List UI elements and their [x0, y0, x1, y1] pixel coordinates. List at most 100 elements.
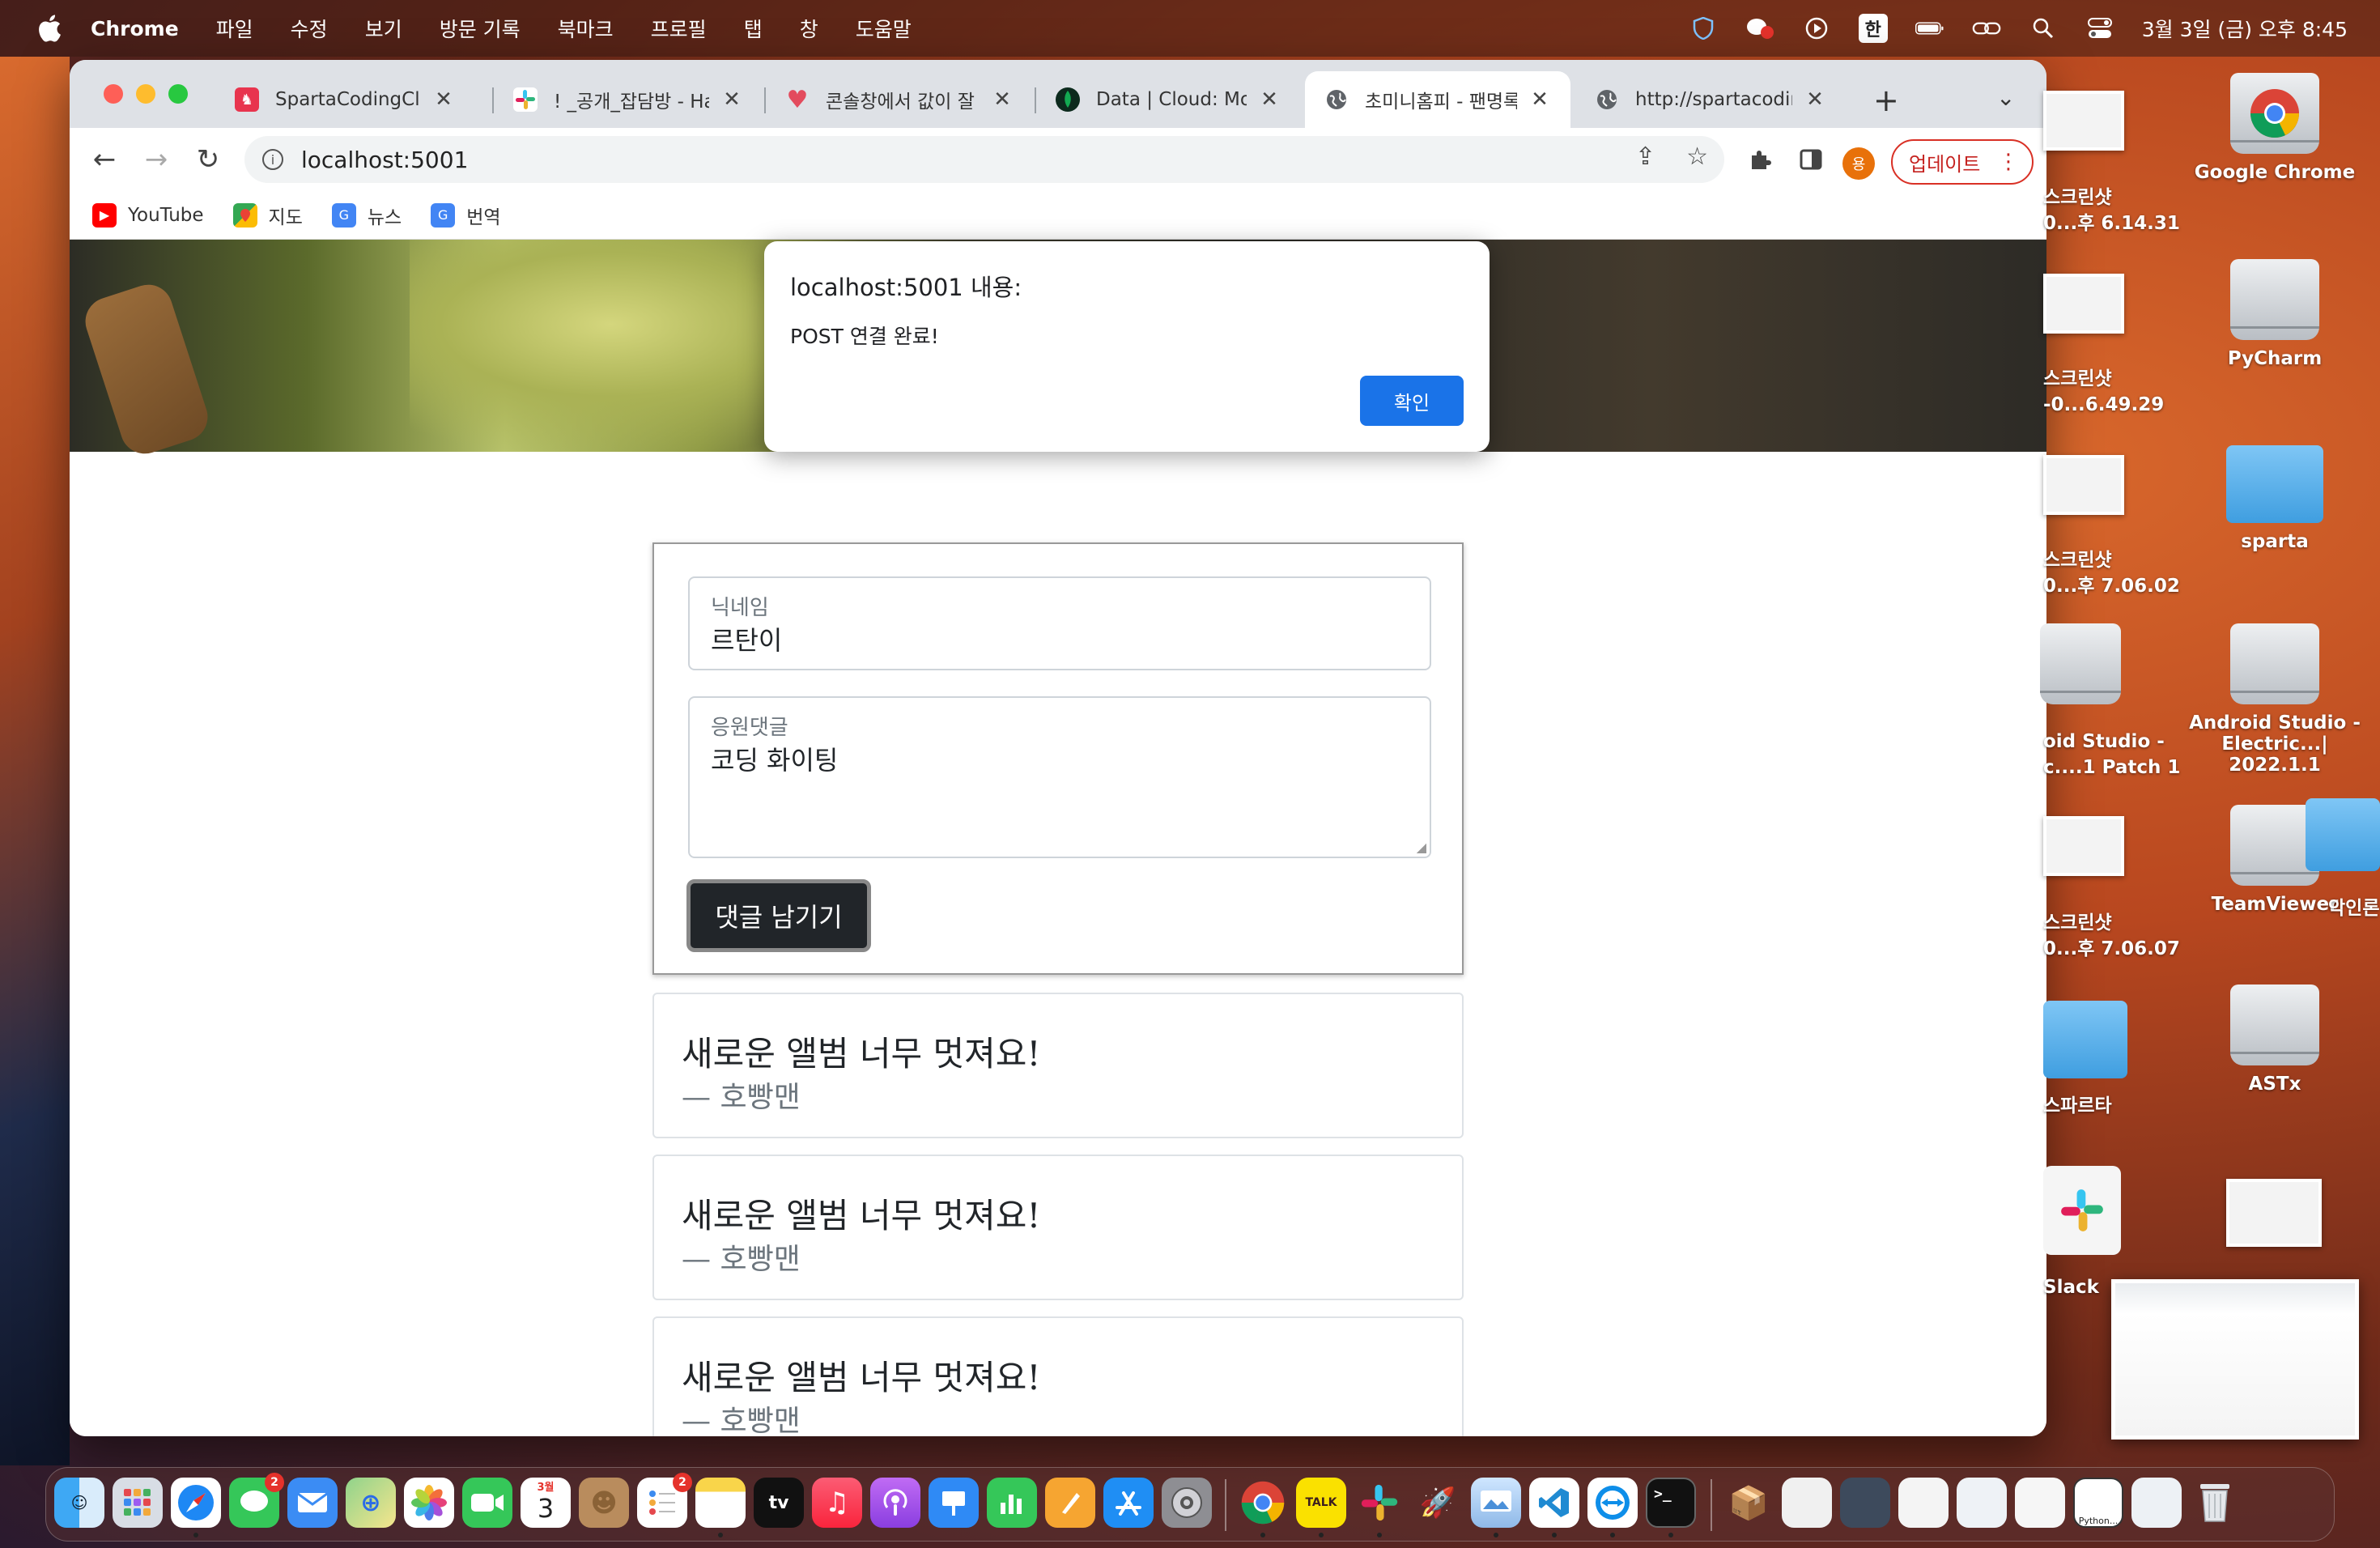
- menu-window[interactable]: 창: [800, 14, 818, 43]
- chrome-dock-icon[interactable]: [1238, 1478, 1288, 1528]
- tab-slack[interactable]: ! _공개_잡담방 - Har ✕: [494, 71, 763, 128]
- close-icon[interactable]: ✕: [1804, 87, 1826, 112]
- facetime-icon[interactable]: [462, 1478, 512, 1528]
- close-icon[interactable]: ✕: [432, 87, 455, 112]
- address-bar-url[interactable]: localhost:5001: [301, 147, 468, 173]
- menu-view[interactable]: 보기: [365, 14, 402, 43]
- reminders-icon[interactable]: 2: [637, 1473, 692, 1528]
- system-settings-icon[interactable]: [1162, 1478, 1212, 1528]
- desktop-item-folder-label[interactable]: 악인론: [2328, 895, 2380, 921]
- profile-avatar[interactable]: 용: [1842, 147, 1875, 180]
- terminal-icon[interactable]: >_: [1646, 1478, 1696, 1528]
- document-stack-icon[interactable]: [1840, 1478, 1890, 1528]
- menu-tab[interactable]: 탭: [744, 14, 763, 43]
- teamviewer-icon[interactable]: [1587, 1478, 1638, 1528]
- desktop-item-astx[interactable]: ASTx: [2194, 985, 2356, 1095]
- close-icon[interactable]: ✕: [991, 87, 1014, 112]
- menu-history[interactable]: 방문 기록: [440, 14, 521, 43]
- rocket-icon[interactable]: 🚀: [1413, 1478, 1463, 1528]
- kakaotalk-icon[interactable]: TALK: [1296, 1478, 1346, 1528]
- shield-status-icon[interactable]: [1689, 14, 1718, 43]
- screenshot-file-icon[interactable]: [2043, 816, 2124, 876]
- preview-icon[interactable]: [1471, 1478, 1521, 1528]
- music-icon[interactable]: ♫: [812, 1478, 862, 1528]
- tab-spartacodingclub[interactable]: ♞ SpartaCodingClub ✕: [215, 71, 474, 128]
- resize-handle-icon[interactable]: ◢: [1417, 840, 1426, 855]
- python-window-icon[interactable]: Python...: [2073, 1478, 2123, 1528]
- messages-icon[interactable]: 2: [229, 1473, 284, 1528]
- maps-app-icon[interactable]: ⊕: [346, 1478, 396, 1528]
- screenshot-file-icon[interactable]: [2226, 1179, 2322, 1247]
- update-button[interactable]: 업데이트 ⋮: [1891, 139, 2034, 185]
- keynote-icon[interactable]: [929, 1478, 979, 1528]
- mail-icon[interactable]: [287, 1478, 338, 1528]
- calendar-icon[interactable]: 3월 3: [521, 1478, 571, 1528]
- notes-icon[interactable]: [695, 1478, 746, 1528]
- bookmark-news[interactable]: G 뉴스: [331, 202, 402, 229]
- vscode-icon[interactable]: [1529, 1478, 1579, 1528]
- bookmark-youtube[interactable]: ▶ YouTube: [92, 202, 204, 228]
- share-icon[interactable]: ⇪: [1635, 142, 1655, 171]
- document-stack-icon[interactable]: [2015, 1478, 2065, 1528]
- address-bar[interactable]: i localhost:5001 ⇪ ☆: [244, 136, 1724, 183]
- alert-ok-button[interactable]: 확인: [1360, 376, 1464, 426]
- bookmark-maps[interactable]: 지도: [232, 202, 303, 229]
- bookmark-translate[interactable]: G 번역: [431, 202, 501, 229]
- package-icon[interactable]: 📦: [1723, 1478, 1774, 1528]
- desktop-item-sparta-folder[interactable]: 스파르타: [2043, 1093, 2189, 1119]
- desktop-item-android-studio[interactable]: Android Studio - Electric...| 2022.1.1: [2182, 623, 2367, 776]
- chevron-down-icon[interactable]: ⌄: [1996, 84, 2015, 111]
- menu-help[interactable]: 도움말: [856, 14, 912, 43]
- screenshot-file-icon[interactable]: [2043, 274, 2124, 334]
- menu-clock[interactable]: 3월 3일 (금) 오후 8:45: [2142, 14, 2348, 43]
- finder-icon[interactable]: ☺: [54, 1478, 104, 1528]
- chat-notification-icon[interactable]: [1745, 14, 1774, 43]
- document-stack-icon[interactable]: [1898, 1478, 1949, 1528]
- numbers-icon[interactable]: [987, 1478, 1037, 1528]
- more-vert-icon[interactable]: ⋮: [1998, 150, 2019, 174]
- desktop-item-pycharm[interactable]: PyCharm: [2194, 259, 2356, 369]
- desktop-item-sparta[interactable]: sparta: [2194, 445, 2356, 552]
- screenshot-file-icon[interactable]: [2043, 91, 2124, 151]
- zoom-window-button[interactable]: [168, 84, 188, 104]
- contacts-icon[interactable]: ☻: [579, 1478, 629, 1528]
- pages-icon[interactable]: [1045, 1478, 1095, 1528]
- desktop-item-screenshot-4[interactable]: 스크린샷 0...후 7.06.07: [2043, 910, 2189, 962]
- apple-menu-icon[interactable]: [31, 10, 68, 47]
- desktop-item-android-studio-patch[interactable]: oid Studio - c....1 Patch 1: [2043, 729, 2189, 780]
- minimize-window-button[interactable]: [136, 84, 155, 104]
- tab-mongodb[interactable]: Data | Cloud: Mon ✕: [1036, 71, 1300, 128]
- apple-tv-icon[interactable]: tv: [754, 1478, 804, 1528]
- safari-icon[interactable]: [171, 1478, 221, 1528]
- play-circle-icon[interactable]: [1802, 14, 1831, 43]
- document-stack-icon[interactable]: [1782, 1478, 1832, 1528]
- slack-dock-icon[interactable]: [1354, 1478, 1405, 1528]
- link-icon[interactable]: [1972, 14, 2001, 43]
- bookmark-star-icon[interactable]: ☆: [1686, 142, 1708, 171]
- extensions-puzzle-icon[interactable]: [1742, 141, 1779, 178]
- menu-profiles[interactable]: 프로필: [651, 14, 707, 43]
- input-method-indicator[interactable]: 한: [1858, 14, 1888, 43]
- desktop-item-screenshot-2[interactable]: 스크린샷 -0...6.49.29: [2043, 366, 2189, 418]
- forward-arrow-icon[interactable]: →: [136, 139, 176, 180]
- screenshot-file-icon[interactable]: [2043, 455, 2124, 515]
- trash-icon[interactable]: [2190, 1478, 2240, 1528]
- battery-icon[interactable]: [1915, 14, 1944, 43]
- document-stack-icon[interactable]: [2131, 1478, 2182, 1528]
- tab-console-question[interactable]: ♥ 콘솔창에서 값이 잘 나 ✕: [766, 71, 1033, 128]
- desktop-item-screenshot-1[interactable]: 스크린샷 0...후 6.14.31: [2043, 185, 2189, 236]
- podcasts-icon[interactable]: [870, 1478, 920, 1528]
- folder-icon[interactable]: [2043, 1001, 2127, 1078]
- side-panel-icon[interactable]: [1792, 141, 1830, 178]
- app-store-icon[interactable]: [1103, 1478, 1154, 1528]
- close-icon[interactable]: ✕: [720, 87, 743, 112]
- submit-comment-button[interactable]: 댓글 남기기: [686, 879, 871, 952]
- tab-mini-homepage[interactable]: 초미니홈피 - 팬명록 ✕: [1305, 71, 1570, 128]
- nickname-field[interactable]: 닉네임 르탄이: [688, 576, 1431, 670]
- slack-app-icon[interactable]: [2043, 1166, 2121, 1255]
- launchpad-icon[interactable]: [113, 1478, 163, 1528]
- comment-input[interactable]: 코딩 화이팅: [711, 740, 838, 777]
- menu-file[interactable]: 파일: [216, 14, 253, 43]
- desktop-item-screenshot-3[interactable]: 스크린샷 0...후 7.06.02: [2043, 547, 2189, 599]
- disk-image-icon[interactable]: [2040, 623, 2121, 704]
